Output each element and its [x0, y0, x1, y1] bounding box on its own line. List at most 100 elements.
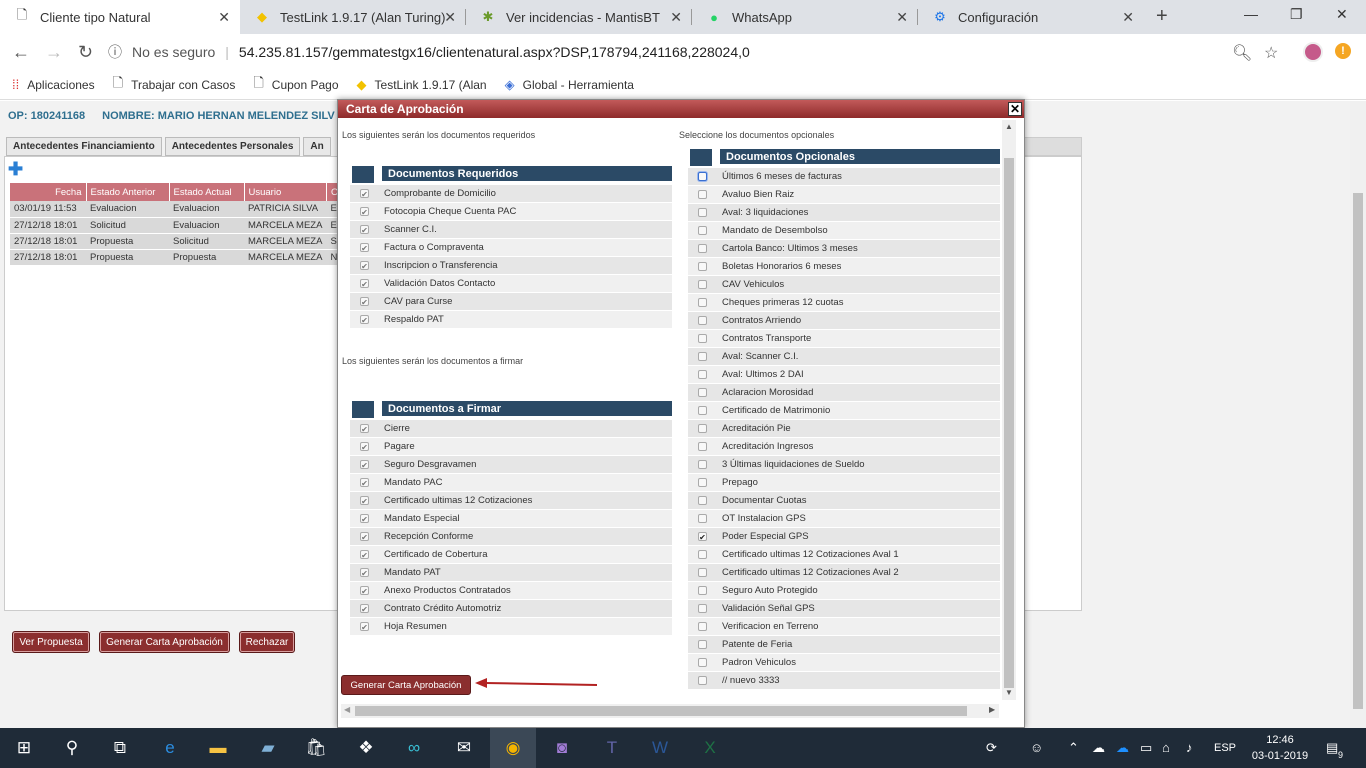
chevron-up-icon[interactable]: ⌃ — [1068, 740, 1079, 756]
list-item[interactable]: OT Instalacion GPS — [688, 510, 1000, 528]
ver-propuesta-button[interactable]: Ver Propuesta — [12, 631, 90, 653]
notifications-icon[interactable]: ▤ — [1326, 740, 1338, 756]
dropbox-icon[interactable]: ❖ — [354, 736, 378, 760]
generar-carta-aprobacion-button[interactable]: Generar Carta Aprobación — [341, 675, 471, 695]
list-item[interactable]: Aclaracion Morosidad — [688, 384, 1000, 402]
notepad-icon[interactable]: ▰ — [256, 736, 280, 760]
list-item[interactable]: 3 Últimas liquidaciones de Sueldo — [688, 456, 1000, 474]
bookmark-cupon-pago[interactable]: 🗋 Cupon Pago — [253, 74, 338, 96]
checkbox[interactable] — [698, 388, 707, 397]
list-item[interactable]: Padron Vehiculos — [688, 654, 1000, 672]
checkbox[interactable] — [698, 532, 707, 541]
list-item[interactable]: Patente de Feria — [688, 636, 1000, 654]
checkbox[interactable] — [698, 352, 707, 361]
close-icon[interactable]: ✕ — [444, 9, 456, 26]
excel-icon[interactable]: X — [698, 736, 722, 760]
table-row[interactable]: 27/12/18 18:01 Solicitud Evaluacion MARCELA… — [10, 217, 347, 234]
dialog-close-button[interactable]: ✕ — [1008, 102, 1022, 116]
close-icon[interactable]: ✕ — [218, 9, 230, 26]
checkbox[interactable] — [698, 496, 707, 505]
list-item[interactable]: Avaluo Bien Raiz — [688, 186, 1000, 204]
app-icon[interactable]: ◙ — [550, 736, 574, 760]
close-icon[interactable]: ✕ — [670, 9, 682, 26]
list-item[interactable]: // nuevo 3333 — [688, 672, 1000, 690]
tab-configuracion[interactable]: ⚙ Configuración ✕ — [918, 0, 1144, 34]
cloud-icon[interactable]: ☁ — [1092, 740, 1105, 756]
table-row[interactable]: 03/01/19 11:53 Evaluacion Evaluacion PATRIC… — [10, 201, 347, 218]
list-item[interactable]: Poder Especial GPS — [688, 528, 1000, 546]
task-view-icon[interactable]: ⧉ — [108, 736, 132, 760]
checkbox[interactable] — [698, 658, 707, 667]
close-icon[interactable]: ✕ — [1122, 9, 1134, 26]
list-item[interactable]: Últimos 6 meses de facturas — [688, 168, 1000, 186]
info-icon[interactable]: ⓘ — [108, 42, 122, 62]
close-icon[interactable]: ✕ — [896, 9, 908, 26]
checkbox[interactable] — [698, 172, 707, 181]
checkbox[interactable] — [698, 586, 707, 595]
rechazar-button[interactable]: Rechazar — [239, 631, 295, 653]
generar-carta-button[interactable]: Generar Carta Aprobación — [99, 631, 230, 653]
tab-antecedentes-personales[interactable]: Antecedentes Personales — [164, 137, 301, 156]
tab-antecedentes-financiamiento[interactable]: Antecedentes Financiamiento — [6, 137, 162, 156]
tab-mantis[interactable]: ✱ Ver incidencias - MantisBT ✕ — [466, 0, 692, 34]
checkbox[interactable] — [698, 280, 707, 289]
bookmark-testlink[interactable]: ◆ TestLink 1.9.17 (Alan — [357, 77, 487, 93]
checkbox[interactable] — [698, 406, 707, 415]
teams-icon[interactable]: T — [600, 736, 624, 760]
restore-button[interactable]: ❐ — [1290, 6, 1303, 23]
dialog-horizontal-scrollbar[interactable]: ◀ ▶ — [341, 704, 999, 718]
edge-icon[interactable]: e — [158, 736, 182, 760]
language-indicator[interactable]: ESP — [1214, 742, 1236, 754]
checkbox[interactable] — [698, 604, 707, 613]
page-scrollbar[interactable] — [1350, 101, 1366, 728]
list-item[interactable]: Documentar Cuotas — [688, 492, 1000, 510]
list-item[interactable]: Aval: 3 liquidaciones — [688, 204, 1000, 222]
people-icon[interactable]: ☺ — [1030, 740, 1043, 755]
list-item[interactable]: Contratos Arriendo — [688, 312, 1000, 330]
list-item[interactable]: Prepago — [688, 474, 1000, 492]
list-item[interactable]: Aval: Ultimos 2 DAI — [688, 366, 1000, 384]
checkbox[interactable] — [698, 298, 707, 307]
checkbox[interactable] — [698, 478, 707, 487]
table-row[interactable]: 27/12/18 18:01 Propuesta Solicitud MARCELA … — [10, 233, 347, 250]
tab-whatsapp[interactable]: ● WhatsApp ✕ — [692, 0, 918, 34]
new-tab-button[interactable]: + — [1156, 5, 1168, 28]
list-item[interactable]: Acreditación Ingresos — [688, 438, 1000, 456]
battery-icon[interactable]: ▭ — [1140, 740, 1152, 756]
dialog-vertical-scrollbar[interactable]: ▲ ▼ — [1002, 120, 1016, 700]
checkbox[interactable] — [698, 640, 707, 649]
back-arrow-icon[interactable]: ← — [12, 42, 30, 63]
checkbox[interactable] — [698, 208, 707, 217]
checkbox[interactable] — [698, 550, 707, 559]
list-item[interactable]: Cheques primeras 12 cuotas — [688, 294, 1000, 312]
checkbox[interactable] — [698, 514, 707, 523]
checkbox[interactable] — [698, 262, 707, 271]
checkbox[interactable] — [698, 190, 707, 199]
checkbox[interactable] — [698, 244, 707, 253]
checkbox[interactable] — [698, 442, 707, 451]
checkbox[interactable] — [698, 676, 707, 685]
onedrive-icon[interactable]: ☁ — [1116, 740, 1129, 756]
list-item[interactable]: Aval: Scanner C.I. — [688, 348, 1000, 366]
checkbox[interactable] — [698, 622, 707, 631]
windows-start-icon[interactable]: ⊞ — [12, 736, 36, 760]
list-item[interactable]: Validación Señal GPS — [688, 600, 1000, 618]
checkbox[interactable] — [698, 226, 707, 235]
list-item[interactable]: Cartola Banco: Ultimos 3 meses — [688, 240, 1000, 258]
list-item[interactable]: Certificado ultimas 12 Cotizaciones Aval… — [688, 546, 1000, 564]
volume-icon[interactable]: ♪ — [1186, 740, 1193, 755]
updates-icon[interactable]: ⟳ — [986, 740, 997, 756]
checkbox[interactable] — [698, 424, 707, 433]
chrome-icon[interactable]: ◉ — [490, 728, 536, 768]
list-item[interactable]: Certificado ultimas 12 Cotizaciones Aval… — [688, 564, 1000, 582]
list-item[interactable]: Acreditación Pie — [688, 420, 1000, 438]
add-icon[interactable]: ✚ — [8, 160, 23, 178]
list-item[interactable]: Mandato de Desembolso — [688, 222, 1000, 240]
network-icon[interactable]: ⌂ — [1162, 740, 1170, 755]
tab-an[interactable]: An — [303, 137, 331, 156]
list-item[interactable]: Certificado de Matrimonio — [688, 402, 1000, 420]
forward-arrow-icon[interactable]: → — [45, 42, 63, 63]
arduino-icon[interactable]: ∞ — [402, 736, 426, 760]
bookmark-trabajar-con-casos[interactable]: 🗋 Trabajar con Casos — [113, 74, 236, 96]
list-item[interactable]: CAV Vehiculos — [688, 276, 1000, 294]
